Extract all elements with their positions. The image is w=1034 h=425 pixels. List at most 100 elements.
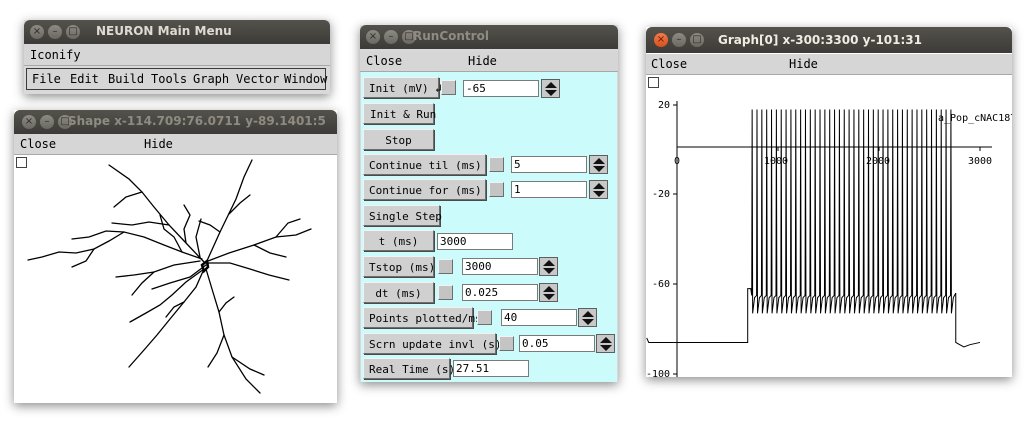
- init-field[interactable]: -65: [463, 80, 539, 97]
- init-run-button[interactable]: Init & Run: [363, 103, 437, 124]
- scrn-update-label: Scrn update invl (s): [369, 338, 502, 351]
- continue-til-checkbox[interactable]: [489, 157, 504, 172]
- menu-file[interactable]: File: [32, 72, 61, 86]
- scrn-update-button[interactable]: Scrn update invl (s): [363, 333, 501, 354]
- real-time-field: 27.51: [453, 360, 529, 377]
- minimize-icon[interactable]: –: [384, 30, 398, 44]
- maximize-icon[interactable]: □: [690, 33, 704, 47]
- points-plotted-field[interactable]: 40: [501, 309, 577, 326]
- continue-for-field[interactable]: 1: [511, 181, 587, 198]
- continue-for-spinner[interactable]: [589, 180, 608, 199]
- init-run-label: Init & Run: [370, 108, 437, 121]
- graph-titlebar[interactable]: × – □ Graph[0] x-300:3300 y-101:31: [646, 27, 1012, 53]
- window-title: Graph[0] x-300:3300 y-101:31: [718, 33, 922, 47]
- continue-for-button[interactable]: Continue for (ms) ↲: [363, 179, 495, 200]
- shape-hide-button[interactable]: Hide: [144, 137, 173, 151]
- scrn-update-field[interactable]: 0.05: [519, 335, 595, 352]
- real-time-button[interactable]: Real Time (s): [363, 358, 455, 379]
- window-title: RunControl: [413, 29, 489, 43]
- points-plotted-button[interactable]: Points plotted/ms: [363, 307, 482, 328]
- voltage-trace-canvas[interactable]: 0 1000 2000 3000 20 -20 -60 -100 a_Pop_c…: [646, 75, 1012, 377]
- tstop-label: Tstop (ms): [369, 261, 436, 274]
- shape-window: × – □ Shape x-114.709:76.0711 y-89.1401:…: [14, 110, 337, 403]
- close-icon[interactable]: ×: [22, 115, 36, 129]
- runcontrol-titlebar[interactable]: × – □ RunControl: [360, 25, 618, 49]
- init-spinner[interactable]: [541, 79, 560, 98]
- iconify-button[interactable]: Iconify: [30, 48, 81, 62]
- x-tick-label-0: 0: [674, 156, 680, 167]
- main-menu-titlebar[interactable]: × – □ NEURON Main Menu: [24, 20, 330, 44]
- neuron-morphology-canvas[interactable]: [14, 157, 337, 402]
- tstop-checkbox[interactable]: [438, 259, 453, 274]
- stop-button[interactable]: Stop: [363, 129, 434, 150]
- y-tick-label-minus20: -20: [652, 189, 670, 200]
- graph-menubar: Close Hide: [646, 54, 1012, 75]
- menu-edit[interactable]: Edit: [70, 72, 99, 86]
- tstop-spinner[interactable]: [539, 257, 558, 276]
- menu-vector[interactable]: Vector: [236, 72, 279, 86]
- single-step-button[interactable]: Single Step: [363, 205, 442, 226]
- shape-menubar: Close Hide: [14, 134, 337, 155]
- init-button[interactable]: Init (mV) ↲: [363, 77, 442, 98]
- points-plotted-spinner[interactable]: [578, 308, 597, 327]
- legend-label: a_Pop_cNAC187: [938, 113, 1012, 124]
- dt-checkbox[interactable]: [438, 285, 453, 300]
- runcontrol-panel: Init (mV) ↲ -65 Init & Run Stop Continue…: [361, 72, 617, 382]
- iconify-bar: Iconify: [24, 45, 330, 66]
- minimize-icon[interactable]: –: [48, 25, 62, 39]
- graph-hide-button[interactable]: Hide: [789, 57, 818, 71]
- close-icon[interactable]: ×: [30, 25, 44, 39]
- x-tick-label-3000: 3000: [968, 156, 992, 167]
- continue-til-spinner[interactable]: [589, 155, 608, 174]
- dendrite: [253, 244, 287, 258]
- shape-close-button[interactable]: Close: [20, 137, 56, 151]
- tstop-button[interactable]: Tstop (ms): [363, 256, 436, 277]
- points-plotted-checkbox[interactable]: [477, 310, 492, 325]
- continue-til-button[interactable]: Continue til (ms) ↲: [363, 154, 495, 175]
- minimize-icon[interactable]: –: [672, 33, 686, 47]
- window-title: Shape x-114.709:76.0711 y-89.1401:5: [68, 114, 326, 128]
- runcontrol-close-button[interactable]: Close: [366, 54, 402, 68]
- dt-spinner[interactable]: [539, 283, 558, 302]
- dt-field[interactable]: 0.025: [462, 284, 538, 301]
- graph-close-button[interactable]: Close: [651, 57, 687, 71]
- maximize-icon[interactable]: □: [66, 25, 80, 39]
- dendrite: [198, 220, 221, 233]
- init-button-label: Init (mV) ↲: [369, 82, 442, 95]
- dt-label: dt (ms): [375, 287, 422, 300]
- close-icon[interactable]: ×: [654, 33, 668, 47]
- shape-titlebar[interactable]: × – □ Shape x-114.709:76.0711 y-89.1401:…: [14, 110, 337, 134]
- dendrite: [129, 268, 205, 323]
- t-button[interactable]: t (ms): [363, 230, 434, 251]
- dendrite: [159, 214, 183, 253]
- dendrite: [207, 262, 290, 281]
- menu-window[interactable]: Window: [284, 72, 327, 86]
- dendrite: [151, 264, 207, 290]
- scrn-update-spinner[interactable]: [596, 334, 615, 353]
- t-label: t (ms): [378, 235, 419, 248]
- menu-tools[interactable]: Tools: [151, 72, 187, 86]
- continue-for-label: Continue for (ms) ↲: [369, 184, 495, 197]
- graph-window: × – □ Graph[0] x-300:3300 y-101:31 Close…: [646, 27, 1012, 377]
- main-menu-window: × – □ NEURON Main Menu Iconify File Edit…: [24, 20, 330, 94]
- runcontrol-hide-button[interactable]: Hide: [468, 54, 497, 68]
- menu-build[interactable]: Build: [108, 72, 144, 86]
- scrn-update-checkbox[interactable]: [499, 336, 514, 351]
- dendrite: [111, 221, 170, 226]
- minimize-icon[interactable]: –: [40, 115, 54, 129]
- dt-button[interactable]: dt (ms): [363, 282, 434, 303]
- stop-label: Stop: [385, 134, 412, 147]
- continue-for-checkbox[interactable]: [489, 182, 504, 197]
- y-tick-label-minus100: -100: [646, 369, 670, 377]
- close-icon[interactable]: ×: [366, 30, 380, 44]
- continue-til-field[interactable]: 5: [511, 156, 587, 173]
- points-plotted-label: Points plotted/ms: [369, 312, 482, 325]
- init-checkbox[interactable]: [441, 80, 456, 95]
- dendrite: [231, 356, 265, 376]
- t-field[interactable]: 3000: [437, 233, 513, 250]
- runcontrol-window: × – □ RunControl Close Hide Init (mV) ↲ …: [360, 25, 618, 382]
- tstop-field[interactable]: 3000: [462, 258, 538, 275]
- single-step-label: Single Step: [369, 210, 442, 223]
- menu-graph[interactable]: Graph: [193, 72, 229, 86]
- voltage-trace-line: [646, 109, 981, 348]
